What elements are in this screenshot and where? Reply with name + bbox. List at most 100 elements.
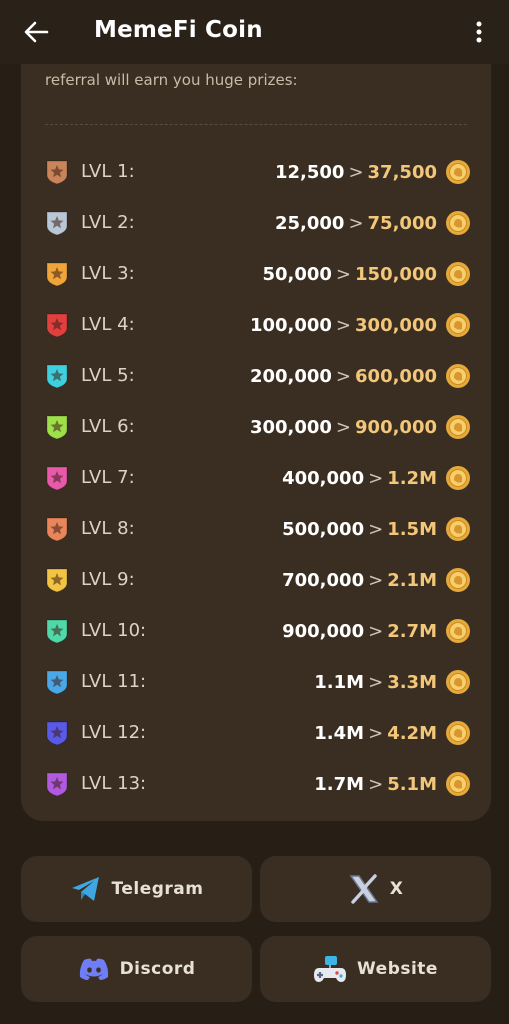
arrow-left-icon	[24, 21, 49, 43]
level-row: LVL 2: 25,000 >75,000	[45, 197, 471, 248]
memefi-coin-icon	[446, 415, 470, 439]
reward-to-value: 3.3M	[387, 671, 437, 693]
level-label: LVL 2:	[81, 212, 135, 233]
reward-separator: >	[368, 467, 384, 489]
reward-from-value: 900,000	[282, 620, 365, 642]
reward-from-value: 400,000	[282, 467, 365, 489]
reward-to-value: 900,000	[355, 416, 437, 438]
page-title: MemeFi Coin	[94, 17, 263, 43]
reward-from-value: 300,000	[249, 416, 332, 438]
level-row: LVL 6: 300,000 >900,000	[45, 401, 471, 452]
reward-separator: >	[368, 671, 384, 693]
discord-icon	[79, 958, 108, 980]
level-row: LVL 1: 12,500 >37,500	[45, 146, 471, 197]
memefi-coin-icon	[446, 517, 470, 541]
level-badge-icon	[46, 721, 68, 746]
telegram-label: Telegram	[111, 879, 204, 899]
level-badge-icon	[46, 313, 68, 338]
reward-separator: >	[335, 314, 352, 336]
level-row: LVL 12: 1.4M >4.2M	[45, 707, 471, 758]
level-reward: 1.4M >4.2M	[314, 719, 471, 747]
level-row: LVL 8: 500,000 >1.5M	[45, 503, 471, 554]
level-reward: 500,000 >1.5M	[282, 515, 471, 543]
level-reward: 200,000 >600,000	[250, 362, 471, 390]
reward-from-value: 100,000	[249, 314, 332, 336]
memefi-coin-icon	[446, 160, 470, 184]
level-badge-icon	[46, 160, 68, 185]
more-vertical-icon	[476, 21, 482, 43]
level-badge-icon	[46, 466, 68, 491]
reward-from-value: 50,000	[262, 263, 332, 285]
level-label: LVL 13:	[81, 773, 147, 794]
telegram-button[interactable]: Telegram	[21, 856, 252, 922]
memefi-coin-icon	[446, 262, 470, 286]
reward-to-value: 1.5M	[387, 518, 437, 540]
reward-separator: >	[368, 722, 384, 744]
reward-from-value: 25,000	[274, 212, 345, 234]
reward-to-value: 300,000	[355, 314, 437, 336]
reward-to-value: 5.1M	[387, 773, 437, 795]
x-button[interactable]: X	[260, 856, 491, 922]
level-label: LVL 8:	[81, 518, 135, 539]
reward-separator: >	[368, 569, 384, 591]
discord-button[interactable]: Discord	[21, 936, 252, 1002]
reward-separator: >	[335, 365, 352, 387]
level-reward: 1.1M >3.3M	[314, 668, 471, 696]
level-label: LVL 6:	[81, 416, 135, 437]
reward-from-value: 1.4M	[314, 722, 365, 744]
level-reward: 700,000 >2.1M	[282, 566, 471, 594]
level-reward: 100,000 >300,000	[250, 311, 471, 339]
reward-to-value: 37,500	[367, 161, 437, 183]
reward-to-value: 2.1M	[387, 569, 437, 591]
level-badge-icon	[46, 211, 68, 236]
gamepad-icon	[314, 956, 347, 982]
level-row: LVL 4: 100,000 >300,000	[45, 299, 471, 350]
level-reward: 50,000 >150,000	[262, 260, 471, 288]
level-row: LVL 3: 50,000 >150,000	[45, 248, 471, 299]
memefi-coin-icon	[446, 313, 470, 337]
memefi-coin-icon	[446, 364, 470, 388]
level-badge-icon	[46, 517, 68, 542]
memefi-coin-icon	[446, 772, 470, 796]
level-label: LVL 4:	[81, 314, 135, 335]
level-badge-icon	[46, 619, 68, 644]
reward-to-value: 2.7M	[387, 620, 437, 642]
level-list: LVL 1: 12,500 >37,500 LVL 2: 25,000 >75,000 LV…	[45, 146, 471, 809]
level-label: LVL 7:	[81, 467, 135, 488]
reward-separator: >	[368, 773, 384, 795]
reward-separator: >	[368, 518, 384, 540]
reward-to-value: 600,000	[355, 365, 437, 387]
discord-label: Discord	[119, 959, 196, 979]
level-reward: 300,000 >900,000	[250, 413, 471, 441]
memefi-coin-icon	[446, 721, 470, 745]
reward-to-value: 150,000	[355, 263, 437, 285]
level-reward: 25,000 >75,000	[275, 209, 471, 237]
level-reward: 12,500 >37,500	[275, 158, 471, 186]
back-button[interactable]	[18, 16, 54, 48]
reward-to-value: 1.2M	[387, 467, 437, 489]
reward-separator: >	[348, 161, 364, 183]
x-logo-icon	[349, 874, 379, 904]
reward-separator: >	[335, 416, 352, 438]
level-label: LVL 9:	[81, 569, 135, 590]
reward-from-value: 1.7M	[314, 773, 365, 795]
level-row: LVL 10: 900,000 >2.7M	[45, 605, 471, 656]
reward-to-value: 75,000	[367, 212, 437, 234]
x-label: X	[389, 879, 404, 899]
level-reward: 900,000 >2.7M	[282, 617, 471, 645]
reward-from-value: 200,000	[249, 365, 332, 387]
level-label: LVL 3:	[81, 263, 135, 284]
level-badge-icon	[46, 772, 68, 797]
website-label: Website	[357, 959, 438, 979]
reward-from-value: 12,500	[274, 161, 345, 183]
referral-card: referral will earn you huge prizes: LVL …	[21, 40, 491, 821]
telegram-icon	[71, 877, 99, 901]
reward-from-value: 1.1M	[314, 671, 365, 693]
level-label: LVL 10:	[81, 620, 147, 641]
divider	[45, 124, 467, 125]
more-options-button[interactable]	[467, 16, 491, 48]
reward-separator: >	[335, 263, 352, 285]
level-label: LVL 11:	[81, 671, 147, 692]
level-row: LVL 7: 400,000 >1.2M	[45, 452, 471, 503]
website-button[interactable]: Website	[260, 936, 491, 1002]
